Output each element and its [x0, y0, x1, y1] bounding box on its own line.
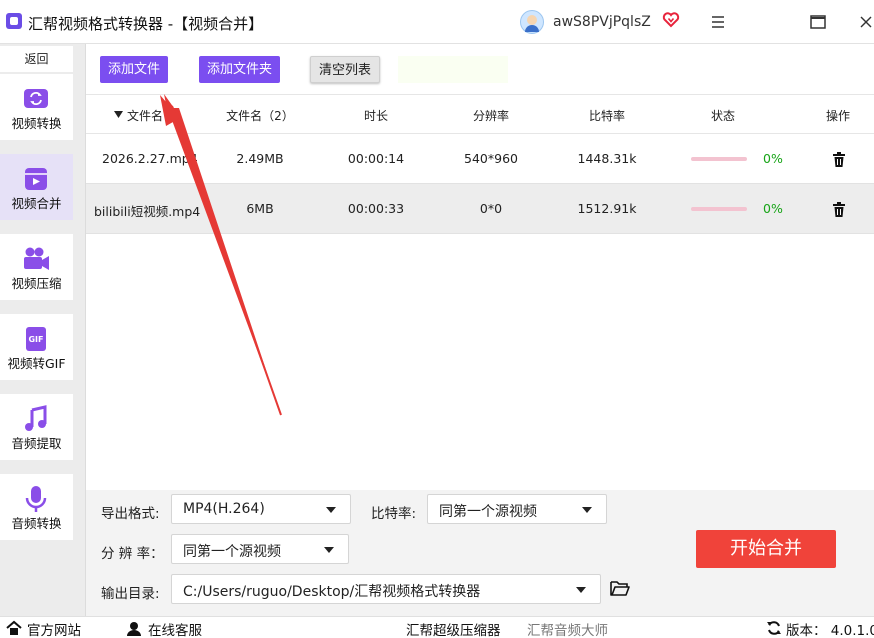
column-header-resolution: 分辨率: [472, 109, 510, 123]
column-header-status: 状态: [710, 109, 736, 123]
cell-file-name: bilibili短视频.mp4: [94, 204, 201, 219]
cell-resolution: 0*0: [479, 201, 503, 216]
cell-bitrate: 1448.31k: [577, 151, 637, 166]
resolution-select[interactable]: 同第一个源视频: [171, 534, 349, 564]
output-dir-select[interactable]: C:/Users/ruguo/Desktop/汇帮视频格式转换器: [171, 574, 601, 604]
bitrate-value: 同第一个源视频: [439, 504, 537, 520]
export-format-select[interactable]: MP4(H.264): [171, 494, 351, 524]
cell-file-name: 2026.2.27.mp4: [102, 151, 198, 166]
maximize-icon[interactable]: [804, 8, 832, 36]
folder-open-icon[interactable]: [610, 579, 630, 597]
start-merge-button[interactable]: 开始合并: [696, 530, 836, 568]
audio-master-link[interactable]: 汇帮音频大师: [527, 619, 608, 638]
app-logo-icon: [6, 13, 22, 29]
microphone-icon: [25, 486, 47, 512]
sidebar-item-video-to-gif[interactable]: GIF 视频转GIF: [0, 314, 73, 380]
username[interactable]: awS8PVjPqlsZ: [553, 14, 651, 30]
export-format-label: 导出格式:: [101, 506, 160, 522]
window-title: 汇帮视频格式转换器 -【视频合并】: [28, 15, 264, 33]
column-header-actions: 操作: [825, 109, 851, 123]
sidebar-item-video-compress[interactable]: 视频压缩: [0, 234, 73, 300]
cell-bitrate: 1512.91k: [577, 201, 637, 216]
trash-icon[interactable]: [832, 202, 846, 217]
sidebar-item-audio-convert[interactable]: 音频转换: [0, 474, 73, 540]
cell-file-size: 6MB: [246, 201, 274, 216]
sidebar-item-label: 音频转换: [11, 516, 62, 531]
close-icon[interactable]: [852, 8, 874, 36]
bitrate-label: 比特率:: [371, 506, 417, 522]
sidebar-item-label: 视频转GIF: [7, 356, 66, 371]
sidebar-item-label: 音频提取: [11, 436, 62, 451]
sidebar: 返回 视频转换 视频合并 视频压缩 GIF 视频转GIF 音频提取 音频转换: [0, 44, 86, 616]
table-row[interactable]: bilibili短视频.mp4 6MB 00:00:33 0*0 1512.91…: [86, 184, 874, 234]
customer-service-icon: [127, 622, 141, 636]
chevron-down-icon: [576, 587, 586, 593]
chevron-down-icon: [324, 547, 334, 553]
column-header-duration: 时长: [363, 109, 389, 123]
cell-resolution: 540*960: [464, 151, 518, 166]
video-compress-icon: [24, 247, 49, 270]
output-dir-label: 输出目录:: [101, 586, 160, 602]
online-support-link[interactable]: 在线客服: [148, 619, 202, 638]
resolution-label: 分 辨 率：: [101, 546, 164, 562]
bitrate-select[interactable]: 同第一个源视频: [427, 494, 607, 524]
progress-bar: [691, 207, 747, 211]
sidebar-item-label: 视频转换: [11, 116, 62, 131]
menu-icon[interactable]: [704, 8, 732, 36]
gif-icon: GIF: [26, 327, 46, 351]
music-note-icon: [25, 405, 47, 431]
column-header-bitrate: 比特率: [588, 109, 626, 123]
avatar-icon[interactable]: [520, 10, 544, 34]
refresh-icon[interactable]: [766, 620, 782, 636]
table-header: 文件名 文件名（2） 时长 分辨率 比特率 状态 操作: [86, 94, 874, 134]
cell-status: 0%: [763, 201, 783, 216]
sidebar-item-audio-extract[interactable]: 音频提取: [0, 394, 73, 460]
home-icon: [6, 620, 22, 635]
add-file-button[interactable]: 添加文件: [100, 56, 169, 83]
sidebar-item-label: 视频压缩: [11, 276, 62, 291]
cell-status: 0%: [763, 151, 783, 166]
hidden-toolbar-button: [398, 56, 508, 83]
video-convert-icon: [24, 89, 48, 108]
version-label: 版本： 4.0.1.0: [786, 623, 874, 638]
chevron-down-icon: [582, 507, 592, 513]
official-website-link[interactable]: 官方网站: [27, 619, 81, 638]
export-format-value: MP4(H.264): [183, 501, 265, 517]
progress-bar: [691, 157, 747, 161]
svg-text:GIF: GIF: [28, 335, 43, 344]
output-dir-value: C:/Users/ruguo/Desktop/汇帮视频格式转换器: [183, 584, 481, 600]
compressor-link[interactable]: 汇帮超级压缩器: [406, 619, 501, 638]
footer-bar: 官方网站 在线客服 汇帮超级压缩器 汇帮音频大师 版本： 4.0.1.0: [0, 616, 874, 638]
column-header-size: 文件名（2）: [226, 109, 294, 123]
title-bar: 汇帮视频格式转换器 -【视频合并】 awS8PVjPqlsZ: [0, 0, 874, 44]
clear-list-button[interactable]: 清空列表: [310, 56, 381, 83]
chevron-down-icon: [326, 507, 336, 513]
cell-duration: 00:00:14: [347, 151, 405, 166]
back-button[interactable]: 返回: [0, 46, 73, 72]
table-row[interactable]: 2026.2.27.mp4 2.49MB 00:00:14 540*960 14…: [86, 134, 874, 184]
add-folder-button[interactable]: 添加文件夹: [199, 56, 281, 83]
file-list-panel: 添加文件 添加文件夹 清空列表 文件名 文件名（2） 时长 分辨率 比特率 状态…: [86, 44, 874, 490]
cell-duration: 00:00:33: [347, 201, 405, 216]
vip-heart-icon[interactable]: [662, 11, 680, 29]
sidebar-item-video-convert[interactable]: 视频转换: [0, 74, 73, 140]
sidebar-item-label: 视频合并: [11, 196, 62, 211]
output-settings: 导出格式: MP4(H.264) 比特率: 同第一个源视频 分 辨 率： 同第一…: [86, 490, 874, 616]
video-merge-icon: [25, 168, 47, 190]
sort-desc-icon[interactable]: [114, 111, 123, 118]
cell-file-size: 2.49MB: [236, 151, 284, 166]
trash-icon[interactable]: [832, 152, 846, 167]
sidebar-item-video-merge[interactable]: 视频合并: [0, 154, 73, 220]
resolution-value: 同第一个源视频: [183, 544, 281, 560]
column-header-name[interactable]: 文件名: [127, 107, 163, 124]
